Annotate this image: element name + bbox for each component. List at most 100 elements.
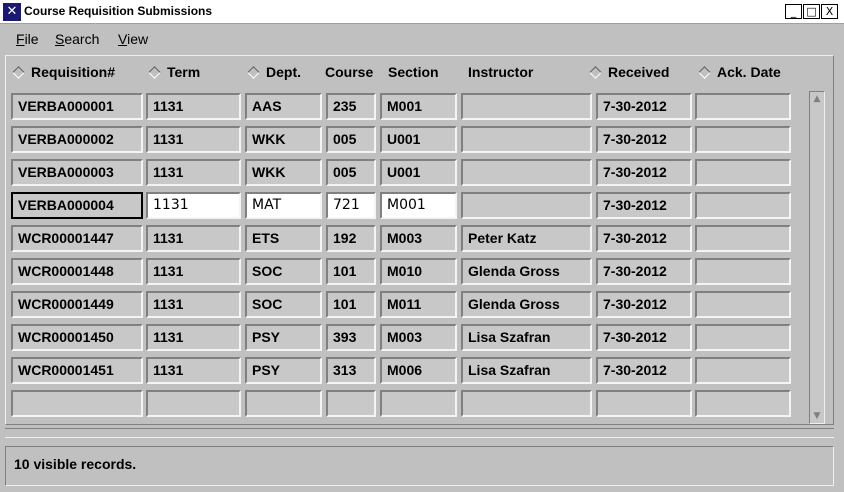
cell-requisition[interactable]: WCR00001450 bbox=[11, 324, 143, 351]
cell-instructor[interactable] bbox=[461, 126, 592, 153]
header-dept[interactable]: Dept. bbox=[247, 63, 301, 83]
cell-instructor[interactable] bbox=[461, 159, 592, 186]
cell-ack-date[interactable] bbox=[695, 126, 791, 153]
cell-course[interactable]: 393 bbox=[326, 324, 376, 351]
cell-received[interactable]: 7-30-2012 bbox=[596, 258, 692, 285]
cell-received[interactable]: 7-30-2012 bbox=[596, 126, 692, 153]
cell-instructor[interactable] bbox=[461, 93, 592, 120]
cell-requisition[interactable]: VERBA000001 bbox=[11, 93, 143, 120]
cell-instructor[interactable]: Glenda Gross bbox=[461, 291, 592, 318]
cell-section[interactable]: M003 bbox=[380, 225, 457, 252]
cell-dept[interactable] bbox=[245, 390, 322, 417]
cell-instructor[interactable] bbox=[461, 192, 592, 219]
cell-section[interactable]: U001 bbox=[380, 159, 457, 186]
cell-dept[interactable]: PSY bbox=[245, 324, 322, 351]
cell-term[interactable]: 1131 bbox=[146, 93, 241, 120]
cell-instructor[interactable]: Lisa Szafran bbox=[461, 324, 592, 351]
sort-diamond-icon[interactable] bbox=[148, 65, 161, 79]
cell-term[interactable]: 1131 bbox=[146, 258, 241, 285]
header-ack-date[interactable]: Ack. Date bbox=[698, 63, 781, 83]
cell-instructor[interactable] bbox=[461, 390, 592, 417]
header-term[interactable]: Term bbox=[148, 63, 200, 83]
cell-term[interactable]: 1131 bbox=[146, 225, 241, 252]
cell-requisition[interactable]: WCR00001447 bbox=[11, 225, 143, 252]
sort-diamond-icon[interactable] bbox=[247, 65, 260, 79]
cell-instructor[interactable]: Peter Katz bbox=[461, 225, 592, 252]
cell-requisition[interactable]: VERBA000003 bbox=[11, 159, 143, 186]
cell-term[interactable]: 1131 bbox=[146, 159, 241, 186]
cell-received[interactable]: 7-30-2012 bbox=[596, 93, 692, 120]
cell-received[interactable]: 7-30-2012 bbox=[596, 324, 692, 351]
cell-received[interactable]: 7-30-2012 bbox=[596, 357, 692, 384]
cell-course[interactable]: 192 bbox=[326, 225, 376, 252]
cell-term[interactable]: 1131 bbox=[146, 192, 241, 219]
cell-instructor[interactable]: Glenda Gross bbox=[461, 258, 592, 285]
scroll-up-icon[interactable]: ▲ bbox=[811, 93, 823, 105]
sort-diamond-icon[interactable] bbox=[589, 65, 602, 79]
cell-ack-date[interactable] bbox=[695, 390, 791, 417]
cell-dept[interactable]: AAS bbox=[245, 93, 322, 120]
cell-received[interactable]: 7-30-2012 bbox=[596, 225, 692, 252]
close-button[interactable]: X bbox=[821, 4, 838, 19]
header-received[interactable]: Received bbox=[589, 63, 669, 83]
cell-section[interactable]: M011 bbox=[380, 291, 457, 318]
cell-term[interactable]: 1131 bbox=[146, 324, 241, 351]
cell-requisition[interactable]: WCR00001449 bbox=[11, 291, 143, 318]
cell-received[interactable]: 7-30-2012 bbox=[596, 192, 692, 219]
cell-received[interactable]: 7-30-2012 bbox=[596, 159, 692, 186]
cell-ack-date[interactable] bbox=[695, 357, 791, 384]
cell-course[interactable]: 101 bbox=[326, 291, 376, 318]
cell-course[interactable]: 005 bbox=[326, 126, 376, 153]
cell-ack-date[interactable] bbox=[695, 159, 791, 186]
menu-search[interactable]: Search bbox=[55, 31, 99, 47]
cell-requisition[interactable]: VERBA000004 bbox=[11, 192, 143, 219]
cell-received[interactable] bbox=[596, 390, 692, 417]
cell-section[interactable]: M001 bbox=[380, 93, 457, 120]
sort-diamond-icon[interactable] bbox=[698, 65, 711, 79]
cell-dept[interactable]: ETS bbox=[245, 225, 322, 252]
cell-requisition[interactable]: VERBA000002 bbox=[11, 126, 143, 153]
minimize-button[interactable]: _ bbox=[785, 4, 802, 19]
cell-dept[interactable]: SOC bbox=[245, 258, 322, 285]
menu-file[interactable]: File bbox=[16, 31, 39, 47]
cell-course[interactable]: 721 bbox=[326, 192, 376, 219]
cell-section[interactable]: U001 bbox=[380, 126, 457, 153]
cell-course[interactable]: 101 bbox=[326, 258, 376, 285]
cell-term[interactable] bbox=[146, 390, 241, 417]
cell-section[interactable] bbox=[380, 390, 457, 417]
vertical-scrollbar[interactable]: ▲ ▼ bbox=[809, 91, 825, 424]
cell-course[interactable]: 235 bbox=[326, 93, 376, 120]
cell-section[interactable]: M001 bbox=[380, 192, 457, 219]
scroll-down-icon[interactable]: ▼ bbox=[811, 410, 823, 422]
maximize-button[interactable]: □ bbox=[803, 4, 820, 19]
cell-course[interactable] bbox=[326, 390, 376, 417]
cell-dept[interactable]: WKK bbox=[245, 159, 322, 186]
app-icon[interactable]: ✕ bbox=[3, 3, 21, 21]
cell-section[interactable]: M006 bbox=[380, 357, 457, 384]
menu-view[interactable]: View bbox=[118, 31, 148, 47]
cell-dept[interactable]: MAT bbox=[245, 192, 322, 219]
cell-instructor[interactable]: Lisa Szafran bbox=[461, 357, 592, 384]
cell-ack-date[interactable] bbox=[695, 93, 791, 120]
cell-ack-date[interactable] bbox=[695, 258, 791, 285]
cell-requisition[interactable]: WCR00001448 bbox=[11, 258, 143, 285]
cell-course[interactable]: 005 bbox=[326, 159, 376, 186]
cell-ack-date[interactable] bbox=[695, 324, 791, 351]
cell-section[interactable]: M010 bbox=[380, 258, 457, 285]
cell-term[interactable]: 1131 bbox=[146, 357, 241, 384]
cell-course[interactable]: 313 bbox=[326, 357, 376, 384]
sort-diamond-icon[interactable] bbox=[12, 65, 25, 79]
cell-dept[interactable]: WKK bbox=[245, 126, 322, 153]
cell-requisition[interactable]: WCR00001451 bbox=[11, 357, 143, 384]
cell-requisition[interactable] bbox=[11, 390, 143, 417]
cell-term[interactable]: 1131 bbox=[146, 126, 241, 153]
header-requisition[interactable]: Requisition# bbox=[12, 63, 115, 83]
cell-ack-date[interactable] bbox=[695, 225, 791, 252]
cell-term[interactable]: 1131 bbox=[146, 291, 241, 318]
cell-dept[interactable]: PSY bbox=[245, 357, 322, 384]
cell-section[interactable]: M003 bbox=[380, 324, 457, 351]
cell-dept[interactable]: SOC bbox=[245, 291, 322, 318]
cell-ack-date[interactable] bbox=[695, 192, 791, 219]
cell-ack-date[interactable] bbox=[695, 291, 791, 318]
cell-received[interactable]: 7-30-2012 bbox=[596, 291, 692, 318]
